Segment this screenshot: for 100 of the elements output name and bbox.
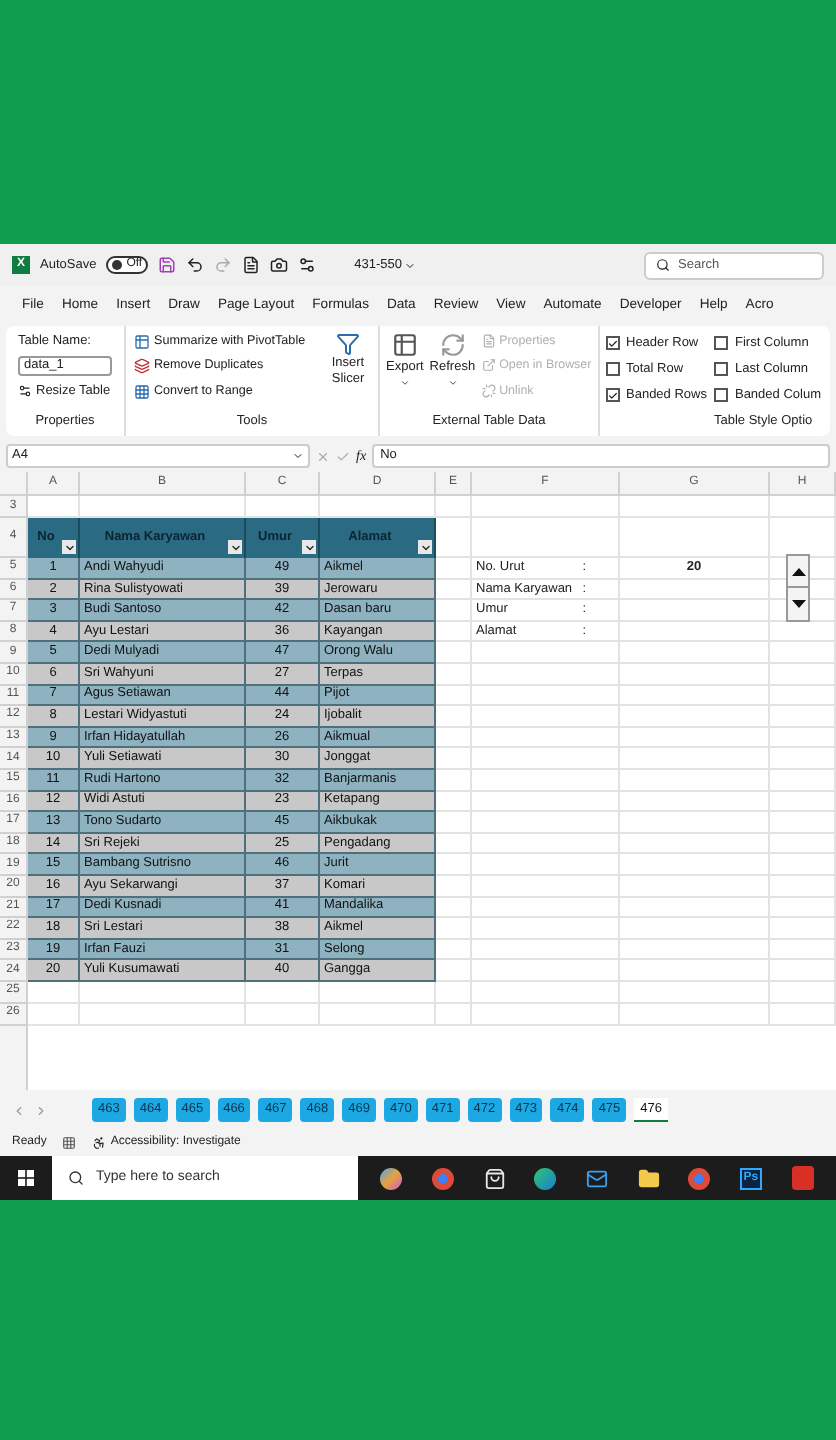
empty-cell[interactable] [472,748,620,770]
empty-cell[interactable] [770,833,836,855]
empty-cell[interactable] [80,981,246,1004]
empty-cell[interactable] [770,939,836,961]
empty-cell[interactable] [770,769,836,792]
next-sheet-icon[interactable] [34,1103,48,1117]
empty-cell[interactable] [472,939,620,961]
empty-cell[interactable] [620,663,770,686]
empty-cell[interactable] [472,918,620,940]
checkbox[interactable] [606,336,620,350]
customize-icon[interactable] [298,256,317,274]
empty-cell[interactable] [620,518,770,558]
folder-icon[interactable] [637,1167,660,1189]
macro-icon[interactable] [62,1136,77,1150]
spin-down-button[interactable] [786,588,810,622]
document-icon[interactable] [242,256,261,274]
empty-cell[interactable] [770,918,836,940]
filter-dropdown[interactable] [418,540,432,554]
empty-cell[interactable] [472,642,620,664]
enter-icon[interactable] [336,449,350,463]
empty-cell[interactable] [770,706,836,728]
checkbox[interactable] [714,388,729,402]
mail-icon[interactable] [585,1167,608,1189]
empty-cell[interactable] [472,496,620,518]
empty-cell[interactable] [472,663,620,686]
empty-cell[interactable] [472,727,620,749]
empty-cell[interactable] [436,496,472,518]
empty-cell[interactable] [436,1003,472,1026]
empty-cell[interactable] [620,769,770,792]
empty-cell[interactable] [320,981,436,1004]
empty-cell[interactable] [472,1003,620,1026]
empty-cell[interactable] [472,791,620,813]
empty-cell[interactable] [770,875,836,897]
empty-cell[interactable] [620,579,770,601]
empty-cell[interactable] [770,496,836,518]
empty-cell[interactable] [770,791,836,813]
store-icon[interactable] [483,1167,506,1189]
empty-cell[interactable] [770,663,836,686]
empty-cell[interactable] [320,1003,436,1026]
empty-cell[interactable] [472,960,620,982]
empty-cell[interactable] [620,918,770,940]
empty-cell[interactable] [620,727,770,749]
empty-cell[interactable] [770,685,836,707]
camera-icon[interactable] [270,256,289,274]
empty-cell[interactable] [436,981,472,1004]
empty-cell[interactable] [472,875,620,897]
empty-cell[interactable] [770,621,836,643]
empty-cell[interactable] [436,518,472,558]
chrome-icon[interactable] [431,1167,454,1189]
empty-cell[interactable] [620,748,770,770]
empty-cell[interactable] [770,812,836,834]
empty-cell[interactable] [620,706,770,728]
empty-cell[interactable] [620,621,770,643]
empty-cell[interactable] [620,791,770,813]
empty-cell[interactable] [472,706,620,728]
empty-cell[interactable] [80,1003,246,1026]
empty-cell[interactable] [620,854,770,876]
empty-cell[interactable] [472,833,620,855]
save-icon[interactable] [158,256,177,274]
copilot-icon[interactable] [380,1167,403,1189]
empty-cell[interactable] [770,748,836,770]
empty-cell[interactable] [620,897,770,919]
empty-cell[interactable] [620,875,770,897]
empty-cell[interactable] [472,518,620,558]
empty-cell[interactable] [620,833,770,855]
empty-cell[interactable] [472,812,620,834]
chrome-icon[interactable] [688,1167,711,1189]
empty-cell[interactable] [770,1003,836,1026]
windows-logo-icon[interactable] [18,1170,34,1186]
previous-sheet-icon[interactable] [12,1103,26,1117]
empty-cell[interactable] [770,600,836,622]
acrobat-icon[interactable] [791,1166,814,1190]
edge-icon[interactable] [534,1167,557,1189]
empty-cell[interactable] [770,897,836,919]
empty-cell[interactable] [472,769,620,792]
empty-cell[interactable] [770,642,836,664]
checkbox[interactable] [714,362,729,376]
filter-dropdown[interactable] [302,540,316,554]
spin-up-button[interactable] [786,554,810,588]
checkbox[interactable] [606,388,620,402]
filter-dropdown[interactable] [62,540,76,554]
empty-cell[interactable] [472,854,620,876]
undo-icon[interactable] [186,256,205,274]
empty-cell[interactable] [620,496,770,518]
empty-cell[interactable] [620,939,770,961]
empty-cell[interactable] [472,897,620,919]
empty-cell[interactable] [770,579,836,601]
filter-dropdown[interactable] [228,540,242,554]
empty-cell[interactable] [620,685,770,707]
empty-cell[interactable] [620,1003,770,1026]
redo-icon[interactable] [214,256,233,274]
checkbox[interactable] [714,336,729,350]
empty-cell[interactable] [620,600,770,622]
empty-cell[interactable] [770,981,836,1004]
empty-cell[interactable] [472,981,620,1004]
empty-cell[interactable] [472,685,620,707]
empty-cell[interactable] [620,642,770,664]
cancel-icon[interactable] [316,449,330,463]
empty-cell[interactable] [246,981,320,1004]
empty-cell[interactable] [770,854,836,876]
